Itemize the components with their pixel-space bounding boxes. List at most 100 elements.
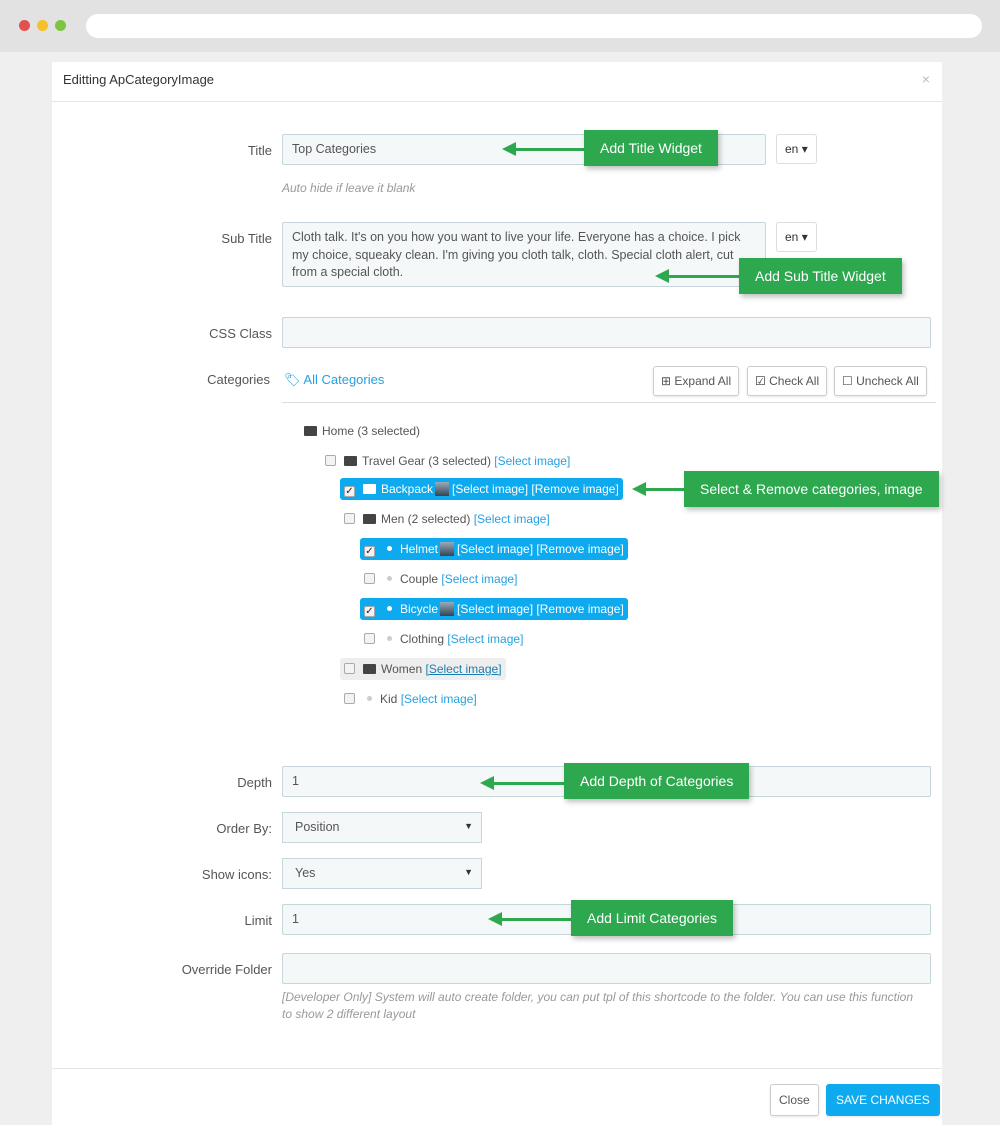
- arrow-icon: [488, 912, 574, 926]
- css-class-input[interactable]: [282, 317, 931, 348]
- tree-node-couple[interactable]: Couple [Select image]: [360, 568, 521, 590]
- override-folder-input[interactable]: [282, 953, 931, 984]
- callout-limit: Add Limit Categories: [571, 900, 733, 936]
- select-image-link[interactable]: [Select image]: [425, 662, 501, 676]
- lang-value: en: [785, 230, 799, 244]
- checkbox-checked[interactable]: ✓: [344, 486, 355, 497]
- title-help: Auto hide if leave it blank: [282, 181, 416, 195]
- folder-open-icon: [304, 426, 317, 436]
- remove-image-link[interactable]: [Remove image]: [536, 602, 623, 616]
- browser-chrome: [0, 0, 1000, 52]
- node-label: Women: [381, 662, 423, 676]
- title-label: Title: [247, 143, 272, 158]
- node-label: Clothing: [400, 632, 445, 646]
- select-image-link[interactable]: [Select image]: [457, 542, 533, 556]
- node-label: Kid: [380, 692, 398, 706]
- check-all-button[interactable]: ☑ Check All: [747, 366, 828, 396]
- check-all-label: Check All: [769, 374, 820, 388]
- order-by-label: Order By:: [216, 821, 272, 836]
- select-image-link[interactable]: [Select image]: [457, 602, 533, 616]
- node-label: Helmet: [400, 542, 439, 556]
- categories-label: Categories: [207, 372, 270, 387]
- remove-image-link[interactable]: [Remove image]: [536, 542, 623, 556]
- tree-node-kid[interactable]: Kid [Select image]: [340, 688, 481, 710]
- order-by-select[interactable]: Position ▼: [282, 812, 482, 843]
- callout-depth: Add Depth of Categories: [564, 763, 750, 799]
- lang-value: en: [785, 142, 799, 156]
- caret-down-icon: ▾: [801, 230, 808, 244]
- uncheck-all-label: Uncheck All: [856, 374, 919, 388]
- plus-square-icon: ⊞: [661, 374, 672, 388]
- folder-icon: [363, 664, 376, 674]
- tree-node-home[interactable]: Home (3 selected): [300, 420, 424, 442]
- select-image-link[interactable]: [Select image]: [474, 512, 550, 526]
- uncheck-all-button[interactable]: ☐ Uncheck All: [834, 366, 927, 396]
- tree-node-bicycle[interactable]: ✓ Bicycle [Select image] [Remove image]: [360, 598, 628, 620]
- expand-all-button[interactable]: ⊞ Expand All: [653, 366, 740, 396]
- tree-node-women[interactable]: Women [Select image]: [340, 658, 506, 680]
- remove-image-link[interactable]: [Remove image]: [531, 482, 618, 496]
- tree-node-men[interactable]: Men (2 selected) [Select image]: [340, 508, 554, 530]
- checkbox-checked[interactable]: ✓: [364, 546, 375, 557]
- tree-node-clothing[interactable]: Clothing [Select image]: [360, 628, 527, 650]
- edit-modal: Editting ApCategoryImage × Title Top Cat…: [52, 62, 942, 1125]
- close-icon[interactable]: ×: [922, 71, 930, 87]
- modal-footer: [52, 1068, 942, 1069]
- title-lang-dropdown[interactable]: en ▾: [776, 134, 817, 164]
- tree-node-travel-gear[interactable]: Travel Gear (3 selected) [Select image]: [321, 450, 574, 472]
- override-folder-label: Override Folder: [181, 962, 272, 977]
- arrow-icon: [480, 776, 568, 790]
- tree-node-helmet[interactable]: ✓ Helmet [Select image] [Remove image]: [360, 538, 628, 560]
- folder-icon: [363, 484, 376, 494]
- node-label: Couple: [400, 572, 439, 586]
- close-button[interactable]: Close: [770, 1084, 819, 1116]
- arrow-icon: [502, 142, 587, 156]
- arrow-icon: [632, 482, 687, 496]
- select-image-link[interactable]: [Select image]: [447, 632, 523, 646]
- checkbox[interactable]: [364, 573, 375, 584]
- subtitle-lang-dropdown[interactable]: en ▾: [776, 222, 817, 252]
- bullet-icon: [387, 546, 392, 551]
- all-categories-text: All Categories: [303, 372, 385, 387]
- tag-icon: 🏷: [284, 372, 301, 387]
- category-thumbnail: [435, 482, 450, 496]
- depth-label: Depth: [237, 775, 272, 790]
- save-changes-button[interactable]: SAVE CHANGES: [826, 1084, 940, 1116]
- select-image-link[interactable]: [Select image]: [441, 572, 517, 586]
- bullet-icon: [387, 606, 392, 611]
- bullet-icon: [387, 636, 392, 641]
- minimize-window-dot[interactable]: [37, 20, 48, 31]
- checkbox[interactable]: [344, 693, 355, 704]
- modal-title: Editting ApCategoryImage: [63, 72, 215, 87]
- checkbox-checked[interactable]: ✓: [364, 606, 375, 617]
- node-label: Travel Gear (3 selected): [362, 454, 491, 468]
- expand-all-label: Expand All: [674, 374, 732, 388]
- bullet-icon: [387, 576, 392, 581]
- node-label: Home (3 selected): [322, 424, 421, 438]
- css-class-label: CSS Class: [209, 326, 272, 341]
- divider: [282, 402, 936, 403]
- select-image-link[interactable]: [Select image]: [494, 454, 570, 468]
- callout-categories: Select & Remove categories, image: [684, 471, 939, 507]
- select-image-link[interactable]: [Select image]: [452, 482, 528, 496]
- subtitle-label: Sub Title: [221, 231, 272, 246]
- caret-down-icon: ▼: [464, 821, 473, 831]
- maximize-window-dot[interactable]: [55, 20, 66, 31]
- checkbox[interactable]: [325, 455, 336, 466]
- node-label: Bicycle: [400, 602, 439, 616]
- close-window-dot[interactable]: [19, 20, 30, 31]
- caret-down-icon: ▼: [464, 867, 473, 877]
- checked-square-icon: ☑: [755, 374, 766, 388]
- checkbox[interactable]: [344, 513, 355, 524]
- override-folder-help: [Developer Only] System will auto create…: [282, 990, 914, 1021]
- select-image-link[interactable]: [Select image]: [401, 692, 477, 706]
- callout-title: Add Title Widget: [584, 130, 718, 166]
- checkbox[interactable]: [344, 663, 355, 674]
- modal-header: Editting ApCategoryImage ×: [52, 62, 942, 102]
- checkbox[interactable]: [364, 633, 375, 644]
- all-categories-link[interactable]: 🏷 All Categories: [284, 372, 384, 388]
- folder-open-icon: [344, 456, 357, 466]
- show-icons-select[interactable]: Yes ▼: [282, 858, 482, 889]
- tree-node-backpack[interactable]: ✓ Backpack [Select image] [Remove image]: [340, 478, 623, 500]
- address-bar[interactable]: [86, 14, 982, 38]
